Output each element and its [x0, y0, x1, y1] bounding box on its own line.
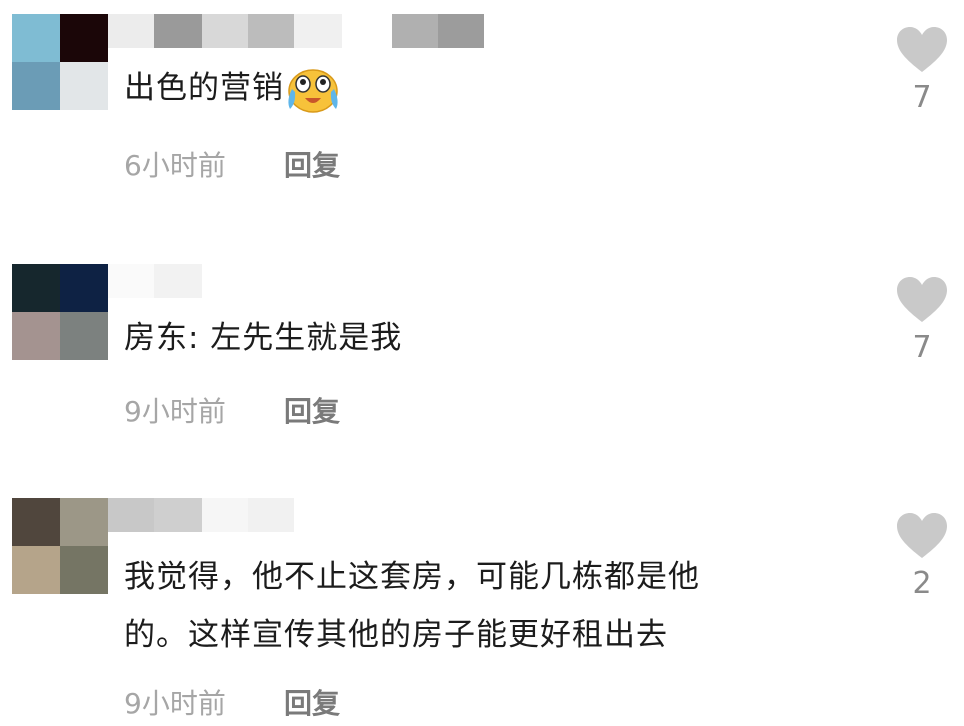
like-count: 7 [912, 80, 932, 115]
comment-time: 9小时前 [124, 687, 226, 720]
avatar-mosaic-cell [12, 312, 60, 360]
avatar-mosaic-cell [60, 14, 108, 62]
avatar-mosaic-cell [60, 546, 108, 594]
comment-meta: 9小时前 回复 [124, 682, 340, 722]
avatar[interactable] [12, 264, 108, 360]
mosaic-block [342, 14, 392, 48]
avatar-mosaic-cell [12, 14, 60, 62]
username-mosaic[interactable] [108, 14, 484, 48]
avatar-mosaic-cell [12, 498, 60, 546]
avatar-mosaic-cell [12, 546, 60, 594]
mosaic-block [202, 498, 248, 532]
comment-text-line: 我觉得，他不止这套房，可能几栋都是他 [124, 559, 700, 595]
mosaic-block [438, 14, 484, 48]
like-button[interactable]: 2 [890, 512, 954, 601]
comment-meta: 6小时前 回复 [124, 144, 340, 184]
reply-button[interactable]: 回复 [284, 682, 340, 722]
comment-text: 房东: 左先生就是我 [124, 320, 403, 356]
heart-icon [897, 27, 947, 72]
like-button[interactable]: 7 [890, 276, 954, 365]
mosaic-block [294, 14, 342, 48]
mosaic-block [202, 14, 248, 48]
avatar-mosaic-cell [12, 62, 60, 110]
mosaic-block [154, 498, 202, 532]
comment-text-content: 出色的营销 [124, 70, 284, 106]
username-mosaic[interactable] [108, 264, 202, 298]
mosaic-block [248, 14, 294, 48]
mosaic-block [108, 264, 154, 298]
avatar-mosaic-cell [60, 498, 108, 546]
crying-laughing-emoji-icon [288, 68, 338, 113]
mosaic-block [248, 498, 294, 532]
avatar[interactable] [12, 498, 108, 594]
username-mosaic[interactable] [108, 498, 294, 532]
avatar[interactable] [12, 14, 108, 110]
avatar-mosaic-cell [60, 62, 108, 110]
comment-text: 出色的营销 [124, 64, 340, 113]
avatar-mosaic-cell [12, 264, 60, 312]
comment-time: 6小时前 [124, 149, 226, 182]
avatar-mosaic-cell [60, 264, 108, 312]
like-count: 2 [912, 566, 932, 601]
avatar-mosaic-cell [60, 312, 108, 360]
mosaic-block [154, 264, 202, 298]
mosaic-block [392, 14, 438, 48]
comment-meta: 9小时前 回复 [124, 390, 340, 430]
heart-icon [897, 513, 947, 558]
mosaic-block [108, 14, 154, 48]
comment-time: 9小时前 [124, 395, 226, 428]
mosaic-block [154, 14, 202, 48]
comment-text-line: 的。这样宣传其他的房子能更好租出去 [124, 617, 668, 653]
comment-text: 我觉得，他不止这套房，可能几栋都是他 的。这样宣传其他的房子能更好租出去 [124, 548, 700, 664]
like-count: 7 [912, 330, 932, 365]
reply-button[interactable]: 回复 [284, 144, 340, 184]
heart-icon [897, 277, 947, 322]
like-button[interactable]: 7 [890, 26, 954, 115]
mosaic-block [108, 498, 154, 532]
reply-button[interactable]: 回复 [284, 390, 340, 430]
